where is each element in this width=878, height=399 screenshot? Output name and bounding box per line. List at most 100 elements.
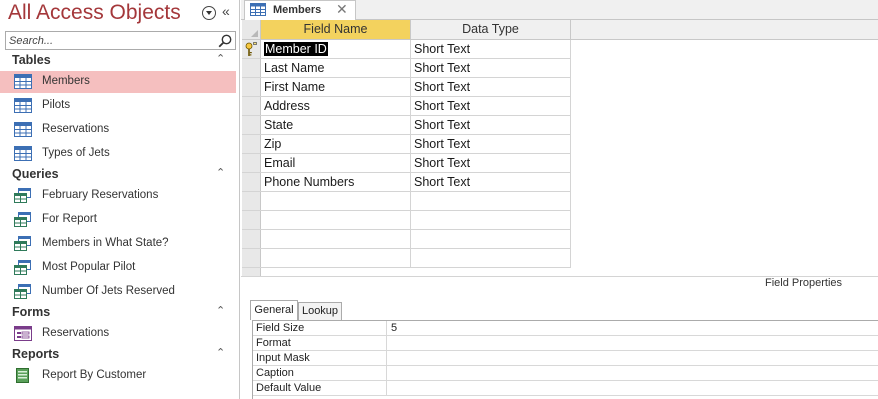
collapse-pane-icon[interactable]: « bbox=[222, 3, 230, 19]
data-type-cell[interactable]: Short Text bbox=[411, 173, 571, 192]
column-header-data-type[interactable]: Data Type bbox=[411, 20, 571, 40]
chevron-up-icon[interactable]: ⌃ bbox=[216, 304, 225, 317]
nav-item-members-in-what-state[interactable]: Members in What State? bbox=[0, 233, 236, 255]
row-selector[interactable] bbox=[242, 59, 261, 78]
group-header-reports[interactable]: Reports ⌃ bbox=[0, 345, 240, 365]
search-input[interactable] bbox=[6, 32, 216, 49]
group-header-forms[interactable]: Forms ⌃ bbox=[0, 303, 240, 323]
field-name-cell[interactable]: Member ID bbox=[261, 40, 411, 59]
property-row[interactable]: Caption bbox=[253, 366, 878, 381]
nav-item-label: Pilots bbox=[42, 99, 71, 111]
field-name-cell[interactable]: Email bbox=[261, 154, 411, 173]
row-selector[interactable] bbox=[242, 230, 261, 249]
field-name-cell[interactable]: Last Name bbox=[261, 59, 411, 78]
group-label: Reports bbox=[12, 347, 60, 361]
group-header-queries[interactable]: Queries ⌃ bbox=[0, 165, 240, 185]
data-type-cell[interactable] bbox=[411, 249, 571, 268]
nav-item-label: For Report bbox=[42, 213, 97, 225]
row-selector[interactable] bbox=[242, 116, 261, 135]
tab-members[interactable]: Members ✕ bbox=[244, 0, 356, 20]
row-selector[interactable] bbox=[242, 40, 261, 59]
nav-item-for-report[interactable]: For Report bbox=[0, 209, 236, 231]
property-value[interactable] bbox=[388, 381, 391, 396]
nav-item-number-of-jets-reserved[interactable]: Number Of Jets Reserved bbox=[0, 281, 236, 303]
table-row: Email Short Text bbox=[261, 154, 571, 173]
tab-general[interactable]: General bbox=[250, 300, 298, 320]
row-selector[interactable] bbox=[242, 173, 261, 192]
row-selector[interactable] bbox=[242, 154, 261, 173]
query-icon bbox=[14, 188, 31, 203]
property-row[interactable]: Field Size 5 bbox=[253, 321, 878, 336]
property-name: Format bbox=[253, 336, 387, 351]
chevron-up-icon[interactable]: ⌃ bbox=[216, 52, 225, 65]
report-icon bbox=[16, 368, 29, 383]
field-name-cell[interactable]: State bbox=[261, 116, 411, 135]
data-type-cell[interactable]: Short Text bbox=[411, 78, 571, 97]
nav-item-types-of-jets[interactable]: Types of Jets bbox=[0, 143, 236, 165]
field-name-cell[interactable] bbox=[261, 211, 411, 230]
data-type-text: Short Text bbox=[414, 175, 471, 189]
table-icon bbox=[14, 122, 32, 137]
nav-item-report-by-customer[interactable]: Report By Customer bbox=[0, 365, 236, 387]
field-name-cell[interactable]: Address bbox=[261, 97, 411, 116]
property-value[interactable] bbox=[388, 366, 391, 381]
nav-item-february-reservations[interactable]: February Reservations bbox=[0, 185, 236, 207]
field-name-cell[interactable] bbox=[261, 230, 411, 249]
field-name-cell[interactable] bbox=[261, 249, 411, 268]
chevron-down-icon[interactable] bbox=[202, 6, 216, 20]
data-type-cell[interactable]: Short Text bbox=[411, 40, 571, 59]
data-type-cell[interactable] bbox=[411, 211, 571, 230]
table-row: Member ID Short Text bbox=[261, 40, 571, 59]
property-row[interactable]: Default Value bbox=[253, 381, 878, 396]
nav-item-members[interactable]: Members bbox=[0, 71, 236, 93]
row-selector[interactable] bbox=[242, 97, 261, 116]
row-selector[interactable] bbox=[242, 211, 261, 230]
table-row bbox=[261, 249, 571, 268]
property-row[interactable]: Input Mask bbox=[253, 351, 878, 366]
property-value[interactable]: 5 bbox=[388, 321, 397, 336]
nav-item-most-popular-pilot[interactable]: Most Popular Pilot bbox=[0, 257, 236, 279]
row-selector[interactable] bbox=[242, 135, 261, 154]
field-name-text: Last Name bbox=[264, 61, 325, 75]
property-row[interactable]: Format bbox=[253, 336, 878, 351]
data-type-cell[interactable] bbox=[411, 230, 571, 249]
chevron-up-icon[interactable]: ⌃ bbox=[216, 166, 225, 179]
field-name-cell[interactable]: First Name bbox=[261, 78, 411, 97]
select-all-corner[interactable] bbox=[242, 20, 261, 40]
search-icon[interactable] bbox=[217, 33, 233, 49]
chevron-up-icon[interactable]: ⌃ bbox=[216, 346, 225, 359]
nav-item-label: February Reservations bbox=[42, 189, 159, 201]
data-type-cell[interactable] bbox=[411, 192, 571, 211]
property-value[interactable] bbox=[388, 351, 391, 366]
data-type-cell[interactable]: Short Text bbox=[411, 59, 571, 78]
row-selector[interactable] bbox=[242, 249, 261, 268]
table-icon bbox=[14, 74, 32, 89]
nav-item-reservations[interactable]: Reservations bbox=[0, 119, 236, 141]
row-selector[interactable] bbox=[242, 78, 261, 97]
data-type-cell[interactable]: Short Text bbox=[411, 154, 571, 173]
column-header-description[interactable] bbox=[571, 20, 878, 40]
field-name-cell[interactable]: Zip bbox=[261, 135, 411, 154]
nav-item-reservations[interactable]: Reservations bbox=[0, 323, 236, 345]
query-icon bbox=[14, 212, 31, 227]
table-icon bbox=[14, 146, 32, 161]
field-name-text: Email bbox=[264, 156, 296, 170]
data-type-cell[interactable]: Short Text bbox=[411, 97, 571, 116]
nav-title[interactable]: All Access Objects bbox=[8, 1, 181, 25]
table-icon bbox=[14, 98, 32, 113]
field-name-text: Zip bbox=[264, 137, 282, 151]
row-selector[interactable] bbox=[242, 192, 261, 211]
data-type-cell[interactable]: Short Text bbox=[411, 135, 571, 154]
close-icon[interactable]: ✕ bbox=[336, 1, 348, 18]
group-header-tables[interactable]: Tables ⌃ bbox=[0, 51, 240, 71]
field-name-text: First Name bbox=[264, 80, 326, 94]
data-type-cell[interactable]: Short Text bbox=[411, 116, 571, 135]
field-name-cell[interactable] bbox=[261, 192, 411, 211]
field-name-cell[interactable]: Phone Numbers bbox=[261, 173, 411, 192]
property-name: Default Value bbox=[253, 381, 387, 396]
column-header-field-name[interactable]: Field Name bbox=[261, 20, 411, 40]
property-value[interactable] bbox=[388, 336, 391, 351]
nav-item-label: Report By Customer bbox=[42, 369, 147, 381]
nav-item-pilots[interactable]: Pilots bbox=[0, 95, 236, 117]
tab-lookup[interactable]: Lookup bbox=[298, 302, 342, 320]
